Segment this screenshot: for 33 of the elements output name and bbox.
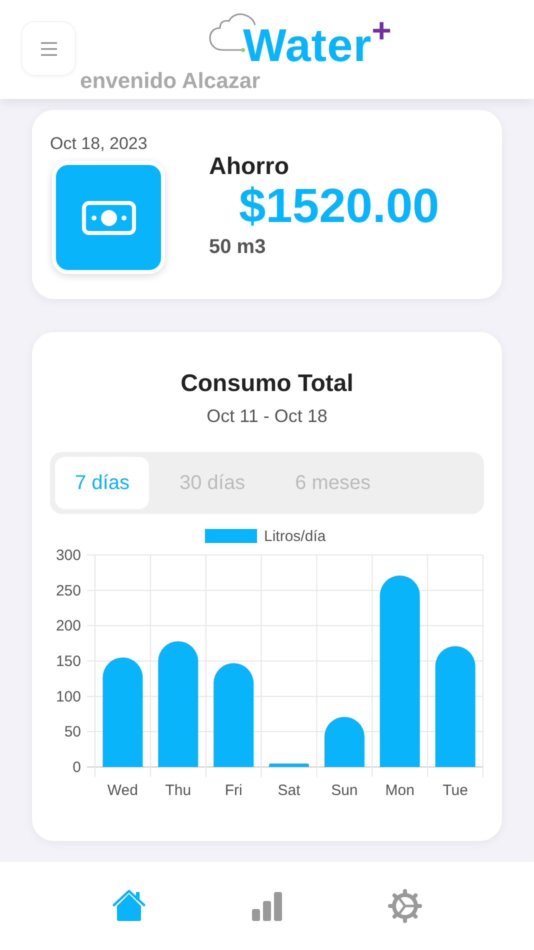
period-tab[interactable]: 7 días: [55, 457, 150, 509]
y-axis-label: 300: [56, 547, 81, 564]
savings-title: Ahorro: [209, 153, 289, 181]
banknote-icon: [82, 200, 136, 234]
y-axis-label: 50: [64, 724, 81, 741]
date-text: Oct 18, 2023: [50, 134, 148, 154]
logo-plus: +: [372, 14, 392, 48]
legend-label: Litros/día: [264, 528, 326, 545]
greeting-text: envenido Alcazar: [80, 70, 260, 92]
x-axis-label: Sat: [278, 782, 300, 799]
date-range: Oct 11 - Oct 18: [206, 406, 328, 427]
x-axis-label: Wed: [107, 782, 138, 799]
bar-chart-icon[interactable]: [250, 890, 283, 922]
bar: [324, 716, 364, 767]
home-icon[interactable]: [112, 890, 146, 922]
settings-icon[interactable]: [388, 889, 422, 923]
volume-text: 50 m3: [209, 236, 266, 259]
x-axis-label: Fri: [224, 782, 242, 799]
card-title: Consumo Total: [180, 370, 354, 398]
y-axis-label: 200: [56, 618, 81, 635]
x-axis-label: Thu: [165, 782, 192, 799]
savings-amount: $1520.00: [239, 181, 440, 234]
y-axis-label: 100: [56, 688, 81, 706]
menu-button[interactable]: [21, 21, 76, 76]
x-axis-label: Tue: [442, 782, 468, 799]
y-axis-label: 150: [56, 653, 81, 670]
x-axis-label: Mon: [385, 782, 414, 799]
logo-text: Water: [243, 22, 372, 68]
x-axis-label: Sun: [331, 782, 358, 799]
y-axis-label: 250: [56, 582, 81, 600]
y-axis-label: 0: [72, 759, 81, 776]
bar: [269, 763, 309, 767]
menu-icon: [40, 42, 58, 56]
